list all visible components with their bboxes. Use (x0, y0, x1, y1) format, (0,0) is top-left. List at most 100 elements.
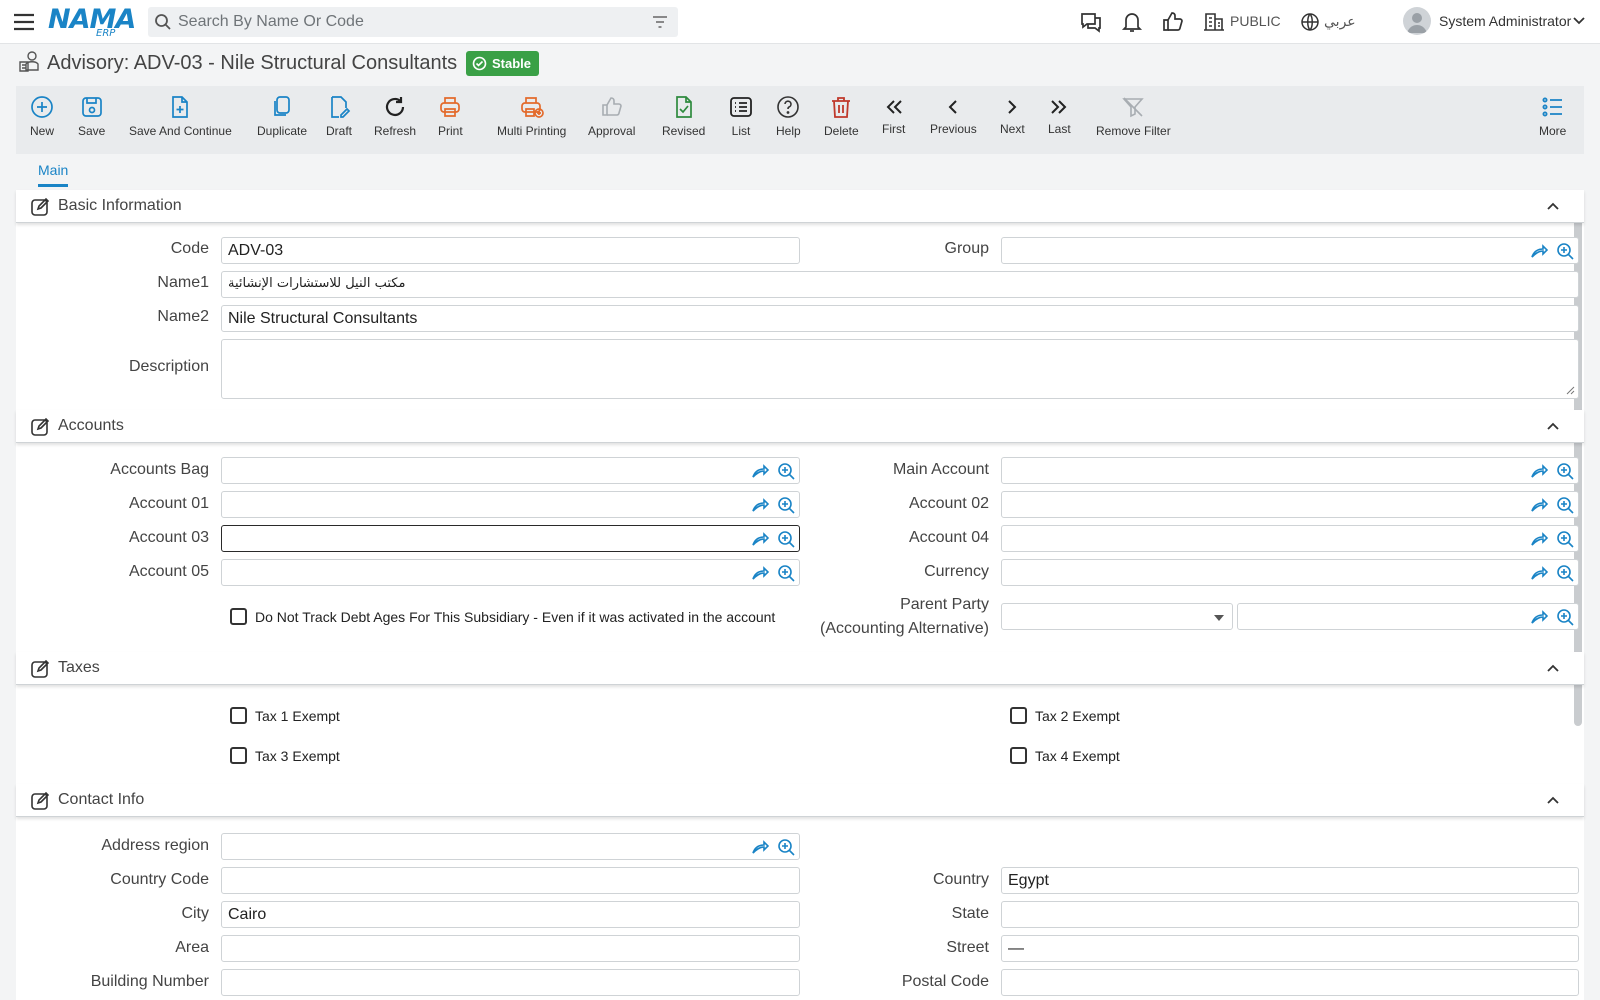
postal-code-input[interactable] (1001, 969, 1579, 996)
search-plus-icon[interactable] (1556, 530, 1574, 548)
share-arrow-icon[interactable] (1530, 530, 1548, 548)
chevron-up-icon[interactable] (1546, 793, 1560, 807)
search-plus-icon[interactable] (777, 496, 795, 514)
section-contact-info[interactable]: Contact Info (16, 784, 1584, 817)
save-continue-button[interactable]: Save And Continue (129, 94, 232, 148)
previous-button[interactable]: Previous (930, 94, 977, 148)
share-arrow-icon[interactable] (1530, 564, 1548, 582)
duplicate-button[interactable]: Duplicate (257, 94, 307, 148)
checkbox-box[interactable] (230, 608, 247, 625)
search-plus-icon[interactable] (1556, 608, 1574, 626)
building-icon[interactable] (1203, 10, 1227, 34)
group-input[interactable] (1001, 237, 1579, 264)
city-input[interactable]: Cairo (221, 901, 800, 928)
account01-input[interactable] (221, 491, 800, 518)
name1-input[interactable]: مكتب النيل للاستشارات الإنشائية (221, 271, 1579, 298)
new-button[interactable]: New (30, 94, 54, 148)
tax1-exempt-checkbox[interactable]: Tax 1 Exempt (230, 707, 340, 724)
search-plus-icon[interactable] (777, 462, 795, 480)
chevron-up-icon[interactable] (1546, 419, 1560, 433)
chevron-down-icon[interactable] (1572, 14, 1596, 38)
share-arrow-icon[interactable] (1530, 608, 1548, 626)
filter-icon[interactable] (652, 15, 668, 29)
branch-label[interactable]: PUBLIC (1230, 13, 1281, 29)
search-plus-icon[interactable] (777, 838, 795, 856)
debt-ages-checkbox[interactable]: Do Not Track Debt Ages For This Subsidia… (230, 608, 775, 625)
search-plus-icon[interactable] (1556, 496, 1574, 514)
bell-icon[interactable] (1120, 10, 1144, 34)
code-input[interactable]: ADV-03 (221, 237, 800, 264)
tax2-exempt-checkbox[interactable]: Tax 2 Exempt (1010, 707, 1120, 724)
share-arrow-icon[interactable] (1530, 462, 1548, 480)
revised-button[interactable]: Revised (662, 94, 705, 148)
share-arrow-icon[interactable] (751, 564, 769, 582)
tax4-exempt-checkbox[interactable]: Tax 4 Exempt (1010, 747, 1120, 764)
main-account-input[interactable] (1001, 457, 1579, 484)
share-arrow-icon[interactable] (1530, 496, 1548, 514)
name2-input[interactable]: Nile Structural Consultants (221, 305, 1579, 332)
thumbs-up-icon[interactable] (1161, 10, 1185, 34)
building-number-input[interactable] (221, 969, 800, 996)
checkbox-box[interactable] (1010, 707, 1027, 724)
delete-button[interactable]: Delete (824, 94, 859, 148)
description-textarea[interactable] (221, 339, 1579, 399)
menu-icon[interactable] (12, 10, 36, 34)
area-input[interactable] (221, 935, 800, 962)
section-basic-information[interactable]: Basic Information (16, 190, 1584, 223)
section-accounts[interactable]: Accounts (16, 410, 1584, 443)
search-input[interactable] (178, 11, 638, 33)
approval-label: Approval (588, 124, 636, 138)
account02-input[interactable] (1001, 491, 1579, 518)
account03-input[interactable] (221, 525, 800, 552)
last-button[interactable]: Last (1048, 94, 1071, 148)
accounts-bag-input[interactable] (221, 457, 800, 484)
checkbox-box[interactable] (230, 747, 247, 764)
country-code-input[interactable] (221, 867, 800, 894)
parent-party-input[interactable] (1237, 603, 1579, 630)
chevron-up-icon[interactable] (1546, 661, 1560, 675)
search-plus-icon[interactable] (1556, 564, 1574, 582)
country-input[interactable]: Egypt (1001, 867, 1579, 894)
share-arrow-icon[interactable] (751, 496, 769, 514)
logo[interactable]: NAMA ERP (48, 4, 136, 39)
section-taxes[interactable]: Taxes (16, 652, 1584, 685)
currency-input[interactable] (1001, 559, 1579, 586)
resize-handle-icon[interactable] (1565, 385, 1575, 395)
search-plus-icon[interactable] (777, 564, 795, 582)
multi-printing-button[interactable]: Multi Printing (497, 94, 566, 148)
user-name[interactable]: System Administrator (1439, 13, 1571, 29)
remove-filter-button[interactable]: Remove Filter (1096, 94, 1171, 148)
street-input[interactable]: — (1001, 935, 1579, 962)
account05-input[interactable] (221, 559, 800, 586)
tax3-exempt-checkbox[interactable]: Tax 3 Exempt (230, 747, 340, 764)
chevron-up-icon[interactable] (1546, 199, 1560, 213)
share-arrow-icon[interactable] (1530, 242, 1548, 260)
checkbox-box[interactable] (230, 707, 247, 724)
save-button[interactable]: Save (78, 94, 105, 148)
search-plus-icon[interactable] (1556, 242, 1574, 260)
search-plus-icon[interactable] (777, 530, 795, 548)
approval-button[interactable]: Approval (588, 94, 635, 148)
parent-party-type-select[interactable] (1001, 603, 1233, 630)
search-plus-icon[interactable] (1556, 462, 1574, 480)
first-button[interactable]: First (882, 94, 905, 148)
refresh-button[interactable]: Refresh (374, 94, 416, 148)
share-arrow-icon[interactable] (751, 530, 769, 548)
share-arrow-icon[interactable] (751, 462, 769, 480)
language-toggle[interactable]: عربي (1324, 13, 1356, 30)
draft-button[interactable]: Draft (326, 94, 352, 148)
tab-main[interactable]: Main (38, 162, 69, 187)
state-input[interactable] (1001, 901, 1579, 928)
checkbox-box[interactable] (1010, 747, 1027, 764)
address-region-input[interactable] (221, 833, 800, 860)
help-button[interactable]: Help (776, 94, 801, 148)
user-icon[interactable] (1403, 7, 1431, 35)
share-arrow-icon[interactable] (751, 838, 769, 856)
account04-input[interactable] (1001, 525, 1579, 552)
globe-icon[interactable] (1300, 12, 1324, 36)
chat-icon[interactable] (1079, 10, 1103, 34)
print-button[interactable]: Print (438, 94, 463, 148)
list-button[interactable]: List (729, 94, 753, 148)
next-button[interactable]: Next (1000, 94, 1025, 148)
more-button[interactable]: More (1539, 94, 1566, 148)
